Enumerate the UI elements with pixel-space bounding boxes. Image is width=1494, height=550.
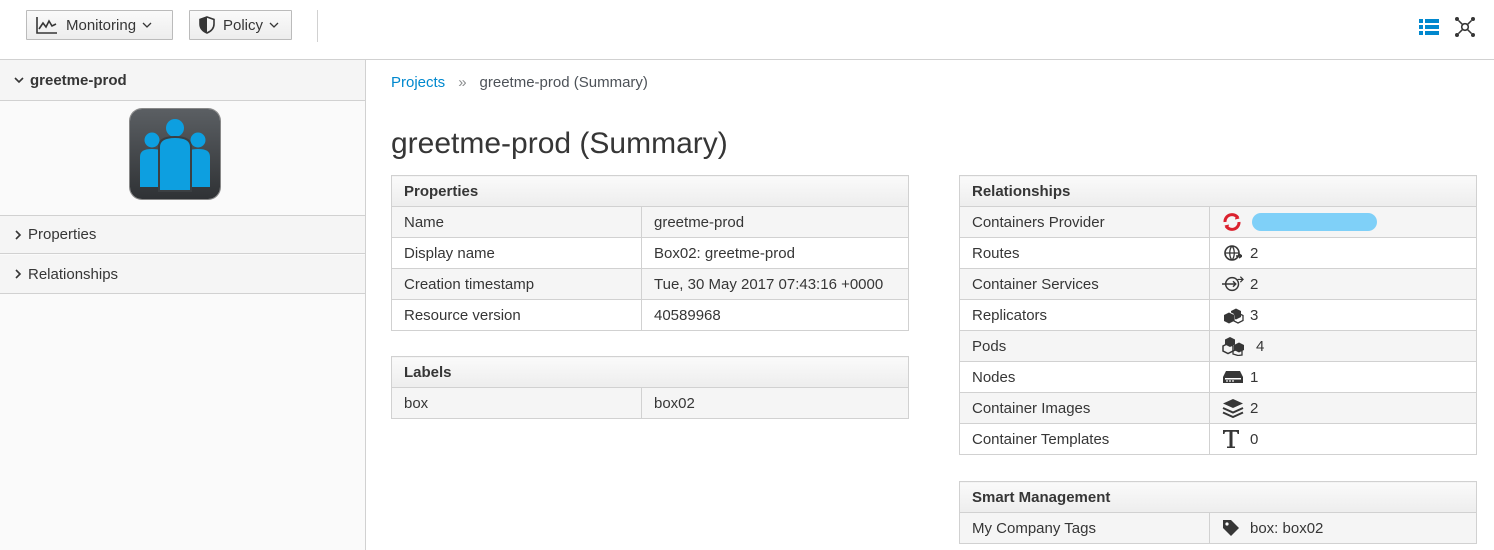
policy-button[interactable]: Policy (189, 10, 292, 40)
monitoring-icon (36, 16, 58, 34)
openshift-icon (1222, 212, 1244, 232)
sidebar-item-label: Properties (28, 226, 97, 243)
chevron-right-icon (14, 269, 22, 279)
relationship-label: Container Images (959, 392, 1210, 424)
monitoring-label: Monitoring (66, 16, 137, 34)
breadcrumb: Projects » greetme-prod (Summary) (391, 74, 648, 91)
tag-value: box: box02 (1250, 519, 1324, 537)
property-label: Display name (391, 237, 642, 269)
relationship-row-container-services[interactable]: Container Services 2 (959, 268, 1478, 300)
smart-management-label: My Company Tags (959, 512, 1210, 544)
property-value: greetme-prod (640, 206, 910, 238)
sidebar: greetme-prod Properties Relationships (0, 60, 366, 550)
replicator-icon (1222, 305, 1244, 325)
property-value: 40589968 (640, 299, 910, 331)
breadcrumb-separator: » (458, 74, 467, 91)
property-label: Resource version (391, 299, 642, 331)
relationship-label: Routes (959, 237, 1210, 269)
relationship-row-replicators[interactable]: Replicators 3 (959, 299, 1478, 331)
relationship-label: Container Templates (959, 423, 1210, 455)
breadcrumb-projects-link[interactable]: Projects (391, 74, 445, 91)
sidebar-item-relationships[interactable]: Relationships (0, 255, 365, 294)
relationship-label: Nodes (959, 361, 1210, 393)
redacted-provider-name[interactable] (1252, 213, 1377, 231)
breadcrumb-current: greetme-prod (Summary) (479, 74, 648, 91)
labels-table-title: Labels (391, 356, 909, 388)
route-icon (1222, 243, 1244, 263)
property-label: Name (391, 206, 642, 238)
table-row: box box02 (391, 387, 909, 419)
relationship-label: Replicators (959, 299, 1210, 331)
image-layers-icon (1222, 398, 1244, 418)
sidebar-project-header[interactable]: greetme-prod (0, 60, 365, 101)
property-value: Tue, 30 May 2017 07:43:16 +0000 (640, 268, 910, 300)
label-value: box02 (641, 387, 909, 419)
node-icon (1222, 367, 1244, 387)
chevron-down-icon (142, 21, 152, 29)
relationship-count: 3 (1250, 306, 1259, 324)
relationship-row-routes[interactable]: Routes 2 (959, 237, 1478, 269)
sidebar-item-properties[interactable]: Properties (0, 215, 365, 254)
relationship-count: 4 (1256, 337, 1265, 355)
relationship-label: Container Services (959, 268, 1210, 300)
relationship-row-container-templates[interactable]: Container Templates 0 (959, 423, 1478, 455)
table-row: Resource version 40589968 (391, 299, 910, 331)
top-toolbar: Monitoring Policy (0, 0, 1494, 60)
page-title: greetme-prod (Summary) (391, 127, 728, 160)
relationship-count: 1 (1250, 368, 1259, 386)
monitoring-button[interactable]: Monitoring (26, 10, 173, 40)
properties-table: Properties Name greetme-prod Display name… (390, 175, 910, 331)
sidebar-item-label: Relationships (28, 265, 119, 283)
labels-table: Labels box box02 (391, 356, 909, 419)
policy-label: Policy (223, 16, 264, 34)
properties-table-title: Properties (390, 175, 910, 207)
relationship-row-nodes[interactable]: Nodes 1 (959, 361, 1478, 393)
relationships-table-title: Relationships (958, 175, 1478, 207)
service-icon (1222, 274, 1244, 294)
chevron-right-icon (14, 229, 22, 240)
relationship-label: Containers Provider (959, 206, 1210, 238)
relationship-count: 2 (1250, 244, 1259, 262)
relationships-table: Relationships Containers Provider Routes… (958, 175, 1478, 455)
smart-management-table: Smart Management My Company Tags box: bo… (959, 481, 1477, 544)
label-key: box (391, 387, 642, 419)
relationship-row-pods[interactable]: Pods 4 (959, 330, 1478, 362)
template-icon (1222, 429, 1244, 449)
smart-management-table-title: Smart Management (959, 481, 1477, 513)
property-label: Creation timestamp (391, 268, 642, 300)
relationship-count: 2 (1250, 399, 1259, 417)
chevron-down-icon (269, 21, 279, 29)
chevron-down-icon (14, 76, 24, 84)
table-row: Display name Box02: greetme-prod (391, 237, 910, 269)
main-content: Projects » greetme-prod (Summary) greetm… (366, 60, 1494, 550)
topology-view-icon[interactable] (1454, 16, 1476, 38)
property-value: Box02: greetme-prod (640, 237, 910, 269)
pod-icon (1222, 336, 1250, 356)
relationship-row-containers-provider[interactable]: Containers Provider (959, 206, 1478, 238)
table-row: Creation timestamp Tue, 30 May 2017 07:43… (391, 268, 910, 300)
table-row: My Company Tags box: box02 (959, 512, 1477, 544)
relationship-count: 2 (1250, 275, 1259, 293)
relationship-row-container-images[interactable]: Container Images 2 (959, 392, 1478, 424)
tag-icon (1222, 518, 1244, 538)
relationship-count: 0 (1250, 430, 1259, 448)
project-icon (130, 109, 220, 199)
table-row: Name greetme-prod (391, 206, 910, 238)
list-view-icon[interactable] (1418, 16, 1440, 38)
toolbar-divider (317, 10, 318, 42)
relationship-label: Pods (959, 330, 1210, 362)
sidebar-project-name: greetme-prod (30, 71, 127, 89)
shield-icon (199, 16, 215, 34)
